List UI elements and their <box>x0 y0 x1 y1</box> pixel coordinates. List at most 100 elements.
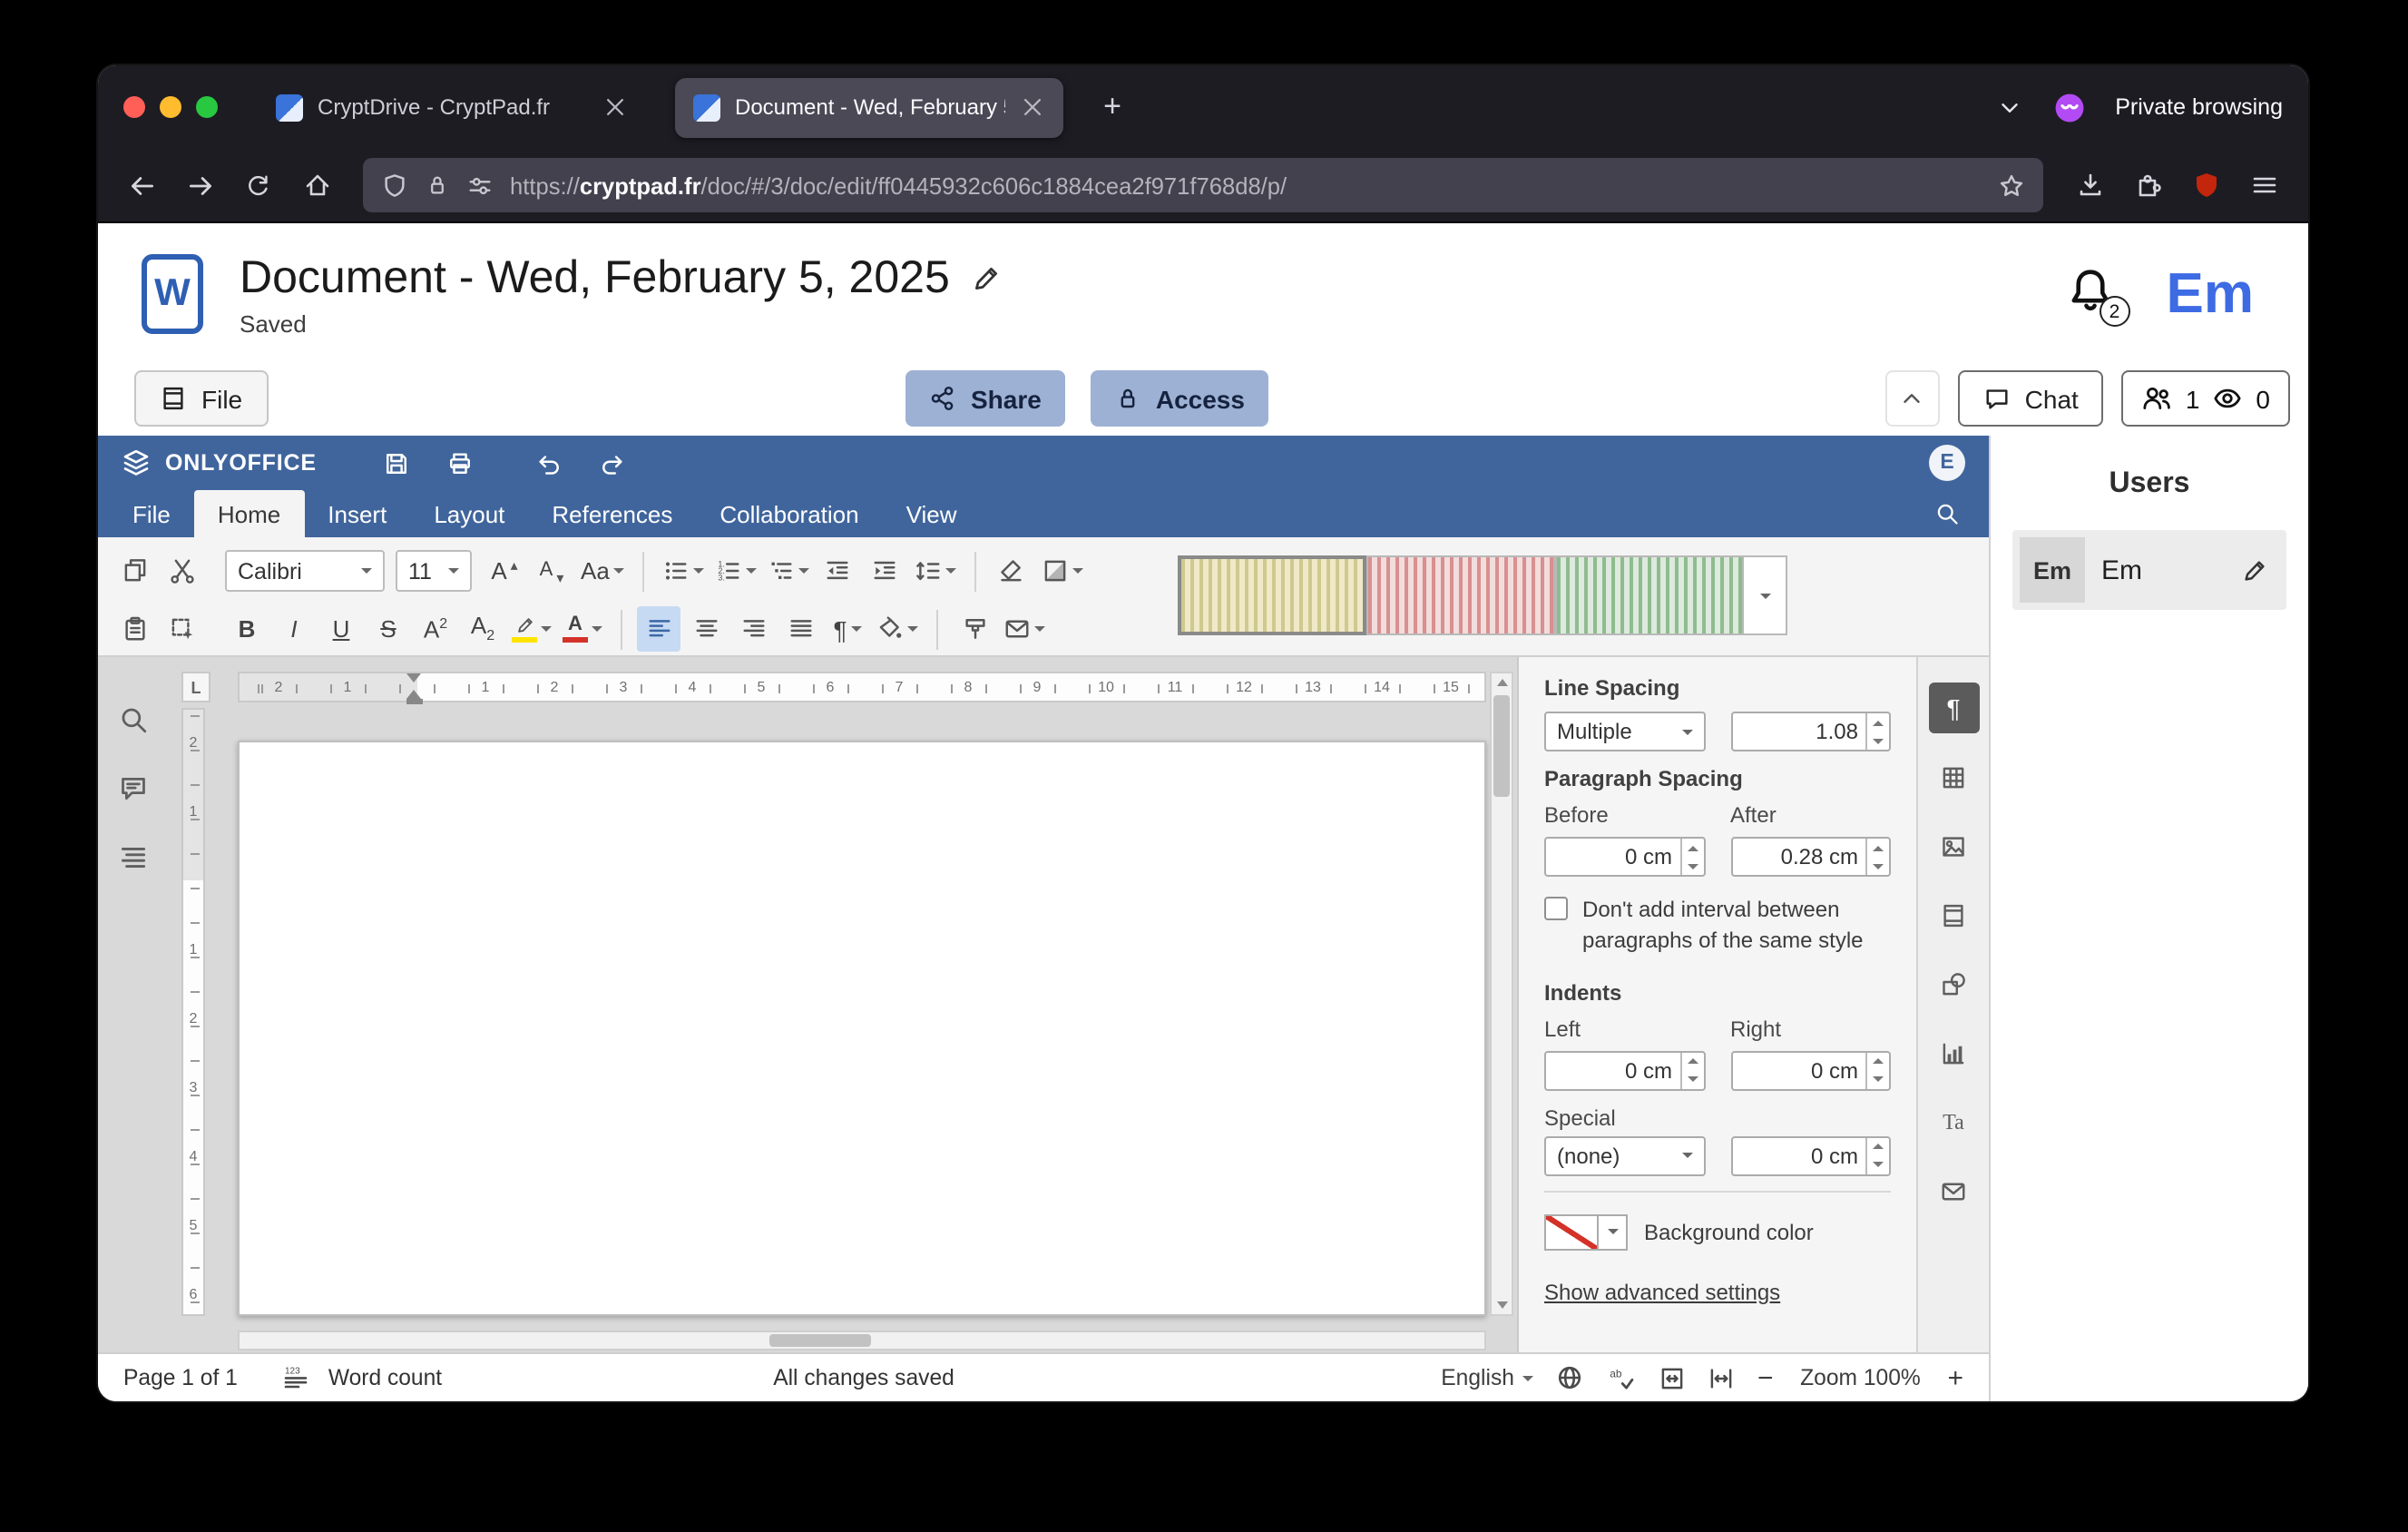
italic-button[interactable]: I <box>272 606 316 652</box>
tracking-shield-icon[interactable] <box>381 172 408 199</box>
spinner[interactable] <box>1865 1053 1889 1089</box>
nonprinting-characters-button[interactable]: ¶ <box>826 606 869 652</box>
lock-icon[interactable] <box>425 172 450 198</box>
copy-button[interactable] <box>113 548 156 594</box>
mail-merge-button[interactable] <box>1000 606 1049 652</box>
fit-to-page-icon[interactable] <box>1659 1364 1687 1391</box>
page-count-label[interactable]: Page 1 of 1 <box>123 1365 238 1390</box>
home-button[interactable] <box>290 159 343 211</box>
decrease-indent-button[interactable] <box>817 548 860 594</box>
spacing-after-input[interactable]: 0.28 cm <box>1730 837 1891 877</box>
background-color-dropdown[interactable] <box>1599 1214 1628 1251</box>
undo-button[interactable] <box>525 441 573 485</box>
align-center-button[interactable] <box>684 606 728 652</box>
styles-gallery-expand-button[interactable] <box>1744 555 1787 635</box>
style-preset-2[interactable] <box>1366 555 1555 635</box>
indent-right-input[interactable]: 0 cm <box>1730 1051 1891 1091</box>
indent-left-input[interactable]: 0 cm <box>1544 1051 1705 1091</box>
scroll-down-arrow[interactable] <box>1496 1301 1507 1309</box>
shape-settings-icon[interactable] <box>1928 958 1979 1009</box>
tab-stop-selector[interactable]: L <box>181 672 210 702</box>
edit-title-pencil-icon[interactable] <box>972 262 1003 293</box>
menu-tab-layout[interactable]: Layout <box>410 490 528 537</box>
redo-button[interactable] <box>589 441 636 485</box>
spinner[interactable] <box>1865 1138 1889 1174</box>
scroll-up-arrow[interactable] <box>1496 679 1507 686</box>
font-size-select[interactable]: 11 <box>396 550 472 592</box>
numbered-list-button[interactable] <box>711 548 760 594</box>
word-count-label[interactable]: Word count <box>328 1365 442 1390</box>
fullscreen-window-button[interactable] <box>196 96 218 118</box>
menu-tab-collaboration[interactable]: Collaboration <box>696 490 882 537</box>
shading-fill-button[interactable] <box>873 606 922 652</box>
menu-tab-insert[interactable]: Insert <box>304 490 410 537</box>
decrease-font-size-button[interactable]: A▾ <box>530 548 573 594</box>
new-tab-button[interactable]: + <box>1089 83 1136 131</box>
paste-button[interactable] <box>113 606 156 652</box>
permissions-sliders-icon[interactable] <box>466 172 494 199</box>
menu-tab-view[interactable]: View <box>883 490 981 537</box>
first-line-indent-marker[interactable] <box>406 673 421 683</box>
spinner[interactable] <box>1865 713 1889 750</box>
show-advanced-settings-link[interactable]: Show advanced settings <box>1544 1280 1891 1305</box>
bullet-list-button[interactable] <box>659 548 708 594</box>
paragraph-shading-button[interactable] <box>1038 548 1087 594</box>
spacing-before-input[interactable]: 0 cm <box>1544 837 1705 877</box>
find-icon[interactable] <box>117 704 148 735</box>
special-indent-value-input[interactable]: 0 cm <box>1730 1136 1891 1176</box>
text-art-settings-icon[interactable]: Ta <box>1928 1096 1979 1147</box>
ublock-extension-icon[interactable] <box>2179 159 2232 211</box>
select-all-button[interactable] <box>160 606 203 652</box>
print-button[interactable] <box>436 441 484 485</box>
scrollbar-thumb[interactable] <box>1493 695 1510 797</box>
clear-style-button[interactable] <box>991 548 1034 594</box>
document-page[interactable] <box>238 741 1486 1316</box>
justify-button[interactable] <box>778 606 822 652</box>
horizontal-ruler[interactable]: 21123456789101112131415 <box>238 672 1486 702</box>
chat-button[interactable]: Chat <box>1958 370 2104 427</box>
line-spacing-mode-select[interactable]: Multiple <box>1544 712 1705 751</box>
user-avatar[interactable]: Em <box>2167 261 2255 327</box>
tab-document[interactable]: Document - Wed, February 5, 2 <box>675 77 1063 137</box>
bookmark-star-icon[interactable] <box>1998 172 2025 199</box>
paragraph-settings-icon[interactable]: ¶ <box>1928 683 1979 733</box>
change-case-button[interactable]: Aa <box>577 548 628 594</box>
search-button[interactable] <box>1934 490 1978 537</box>
vertical-ruler[interactable]: 21123456 <box>181 708 205 1316</box>
spell-check-icon[interactable] <box>1607 1362 1638 1393</box>
font-name-select[interactable]: Calibri <box>225 550 385 592</box>
url-bar[interactable]: https://cryptpad.fr/doc/#/3/doc/edit/ff0… <box>363 158 2043 212</box>
scrollbar-thumb[interactable] <box>769 1334 871 1347</box>
spinner[interactable] <box>1865 839 1889 875</box>
collapse-toolbar-button[interactable] <box>1885 370 1940 427</box>
extensions-button[interactable] <box>2121 159 2174 211</box>
underline-button[interactable]: U <box>319 606 363 652</box>
font-color-button[interactable]: A <box>559 606 606 652</box>
spinner[interactable] <box>1679 1053 1703 1089</box>
notifications-bell[interactable]: 2 <box>2065 265 2119 323</box>
left-indent-marker[interactable] <box>406 699 423 704</box>
downloads-button[interactable] <box>2063 159 2116 211</box>
align-right-button[interactable] <box>731 606 775 652</box>
comments-icon[interactable] <box>117 773 148 804</box>
superscript-button[interactable]: A2 <box>414 606 457 652</box>
navigation-outline-icon[interactable] <box>117 842 148 873</box>
multilevel-list-button[interactable] <box>764 548 813 594</box>
zoom-out-button[interactable]: − <box>1757 1362 1774 1393</box>
save-button[interactable] <box>373 441 420 485</box>
forward-button[interactable] <box>174 159 227 211</box>
cut-button[interactable] <box>160 548 203 594</box>
participants-counter[interactable]: 1 0 <box>2122 370 2290 427</box>
fit-to-width-icon[interactable] <box>1708 1364 1736 1391</box>
special-indent-select[interactable]: (none) <box>1544 1136 1705 1176</box>
hanging-indent-marker[interactable] <box>406 690 421 699</box>
collaborator-avatar[interactable]: E <box>1929 445 1965 481</box>
mail-merge-settings-icon[interactable] <box>1928 1165 1979 1216</box>
chart-settings-icon[interactable] <box>1928 1027 1979 1078</box>
increase-font-size-button[interactable]: A▴ <box>483 548 526 594</box>
close-tab-icon[interactable] <box>602 94 628 120</box>
close-tab-icon[interactable] <box>1020 94 1045 120</box>
spinner[interactable] <box>1679 839 1703 875</box>
zoom-in-button[interactable]: + <box>1947 1362 1963 1393</box>
horizontal-scrollbar[interactable] <box>238 1331 1486 1350</box>
